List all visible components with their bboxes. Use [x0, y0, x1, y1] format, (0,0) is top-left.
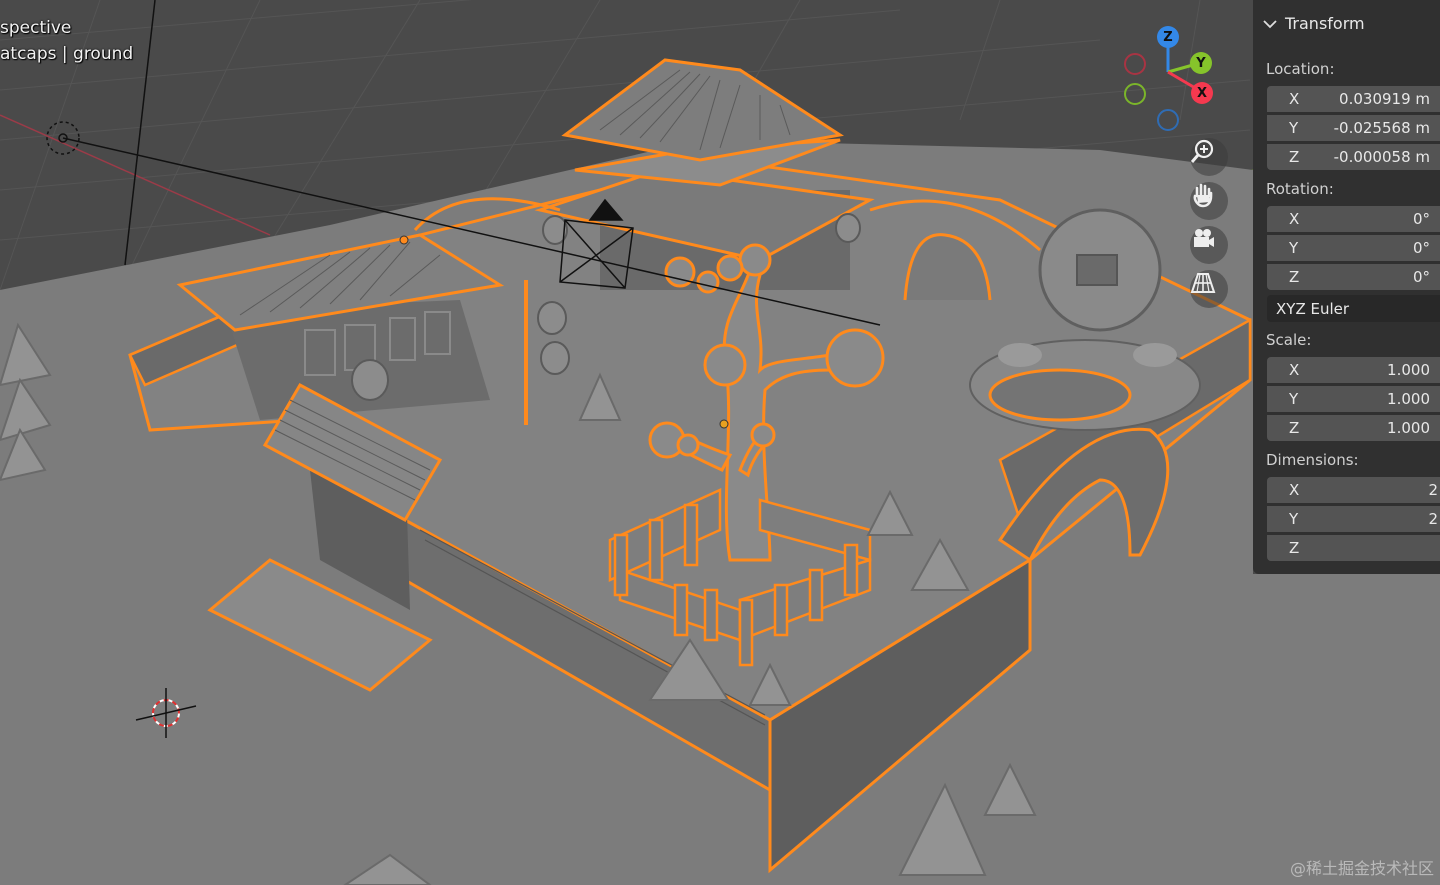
- field-value: 1.000: [1387, 390, 1430, 408]
- grid-icon: [1190, 273, 1216, 293]
- hand-icon: [1193, 183, 1213, 208]
- axis-label: X: [1289, 210, 1300, 228]
- chevron-down-icon: [1263, 19, 1277, 28]
- rotation-x-field[interactable]: X 0°: [1267, 206, 1440, 232]
- axis-label: Z: [1289, 539, 1300, 557]
- field-value: 0°: [1412, 268, 1430, 286]
- rotation-label: Rotation:: [1266, 180, 1334, 198]
- axis-label: X: [1289, 90, 1300, 108]
- field-value: -0.000058 m: [1333, 148, 1430, 166]
- gizmo-z-axis[interactable]: Z: [1157, 26, 1179, 48]
- rotation-mode-dropdown[interactable]: XYZ Euler: [1267, 295, 1440, 322]
- dimensions-y-field[interactable]: Y 2: [1267, 506, 1440, 532]
- axis-label: X: [1289, 361, 1300, 379]
- location-x-field[interactable]: X 0.030919 m: [1267, 86, 1440, 112]
- gizmo-neg-y-axis[interactable]: [1124, 83, 1146, 105]
- field-value: 2: [1428, 481, 1438, 499]
- field-value: -0.025568 m: [1333, 119, 1430, 137]
- zoom-icon: [1190, 139, 1214, 163]
- axis-label: Z: [1289, 148, 1300, 166]
- scale-y-field[interactable]: Y 1.000: [1267, 386, 1440, 412]
- axis-label: Y: [1289, 510, 1299, 528]
- gizmo-neg-z-axis[interactable]: [1157, 109, 1179, 131]
- viewport-mode-text: spective: [0, 18, 72, 38]
- camera-view-button[interactable]: [1190, 226, 1228, 264]
- rotation-y-field[interactable]: Y 0°: [1267, 235, 1440, 261]
- pan-button[interactable]: [1190, 182, 1228, 220]
- location-z-field[interactable]: Z -0.000058 m: [1267, 144, 1440, 170]
- watermark: @稀土掘金技术社区: [1289, 859, 1434, 878]
- dimensions-label: Dimensions:: [1266, 451, 1359, 469]
- field-value: 1.000: [1387, 419, 1430, 437]
- camera-icon: [1194, 229, 1214, 247]
- field-value: 0°: [1412, 210, 1430, 228]
- field-value: 0°: [1412, 239, 1430, 257]
- ortho-toggle-button[interactable]: [1190, 270, 1228, 308]
- transform-title: Transform: [1285, 14, 1365, 33]
- scale-label: Scale:: [1266, 331, 1312, 349]
- field-value: 0.030919 m: [1339, 90, 1430, 108]
- axis-label: Y: [1289, 119, 1299, 137]
- axis-label: Y: [1289, 390, 1299, 408]
- field-value: 2: [1428, 510, 1438, 528]
- gizmo-x-axis[interactable]: X: [1191, 82, 1213, 104]
- 3d-viewport[interactable]: spective atcaps | ground Z Y X @稀土掘金技术社区: [0, 0, 1440, 885]
- gizmo-neg-x-axis[interactable]: [1124, 53, 1146, 75]
- dimensions-z-field[interactable]: Z: [1267, 535, 1440, 561]
- coin-prop: [1038, 208, 1162, 332]
- rotation-z-field[interactable]: Z 0°: [1267, 264, 1440, 290]
- axis-label: Y: [1289, 239, 1299, 257]
- dimensions-x-field[interactable]: X 2: [1267, 477, 1440, 503]
- treasure-bowl: [969, 339, 1201, 431]
- location-y-field[interactable]: Y -0.025568 m: [1267, 115, 1440, 141]
- scale-x-field[interactable]: X 1.000: [1267, 357, 1440, 383]
- navigation-gizmo[interactable]: Z Y X: [1120, 22, 1230, 132]
- zoom-button[interactable]: [1190, 138, 1228, 176]
- axis-label: X: [1289, 481, 1300, 499]
- axis-label: Z: [1289, 419, 1300, 437]
- transform-panel[interactable]: Transform Location: X 0.030919 m Y -0.02…: [1253, 0, 1440, 574]
- scale-z-field[interactable]: Z 1.000: [1267, 415, 1440, 441]
- gizmo-y-axis[interactable]: Y: [1190, 52, 1212, 74]
- field-value: 1.000: [1387, 361, 1430, 379]
- scene-render: [0, 0, 1440, 885]
- viewport-object-text: atcaps | ground: [0, 44, 134, 64]
- transform-panel-header[interactable]: Transform: [1263, 14, 1365, 33]
- axis-label: Z: [1289, 268, 1300, 286]
- location-label: Location:: [1266, 60, 1335, 78]
